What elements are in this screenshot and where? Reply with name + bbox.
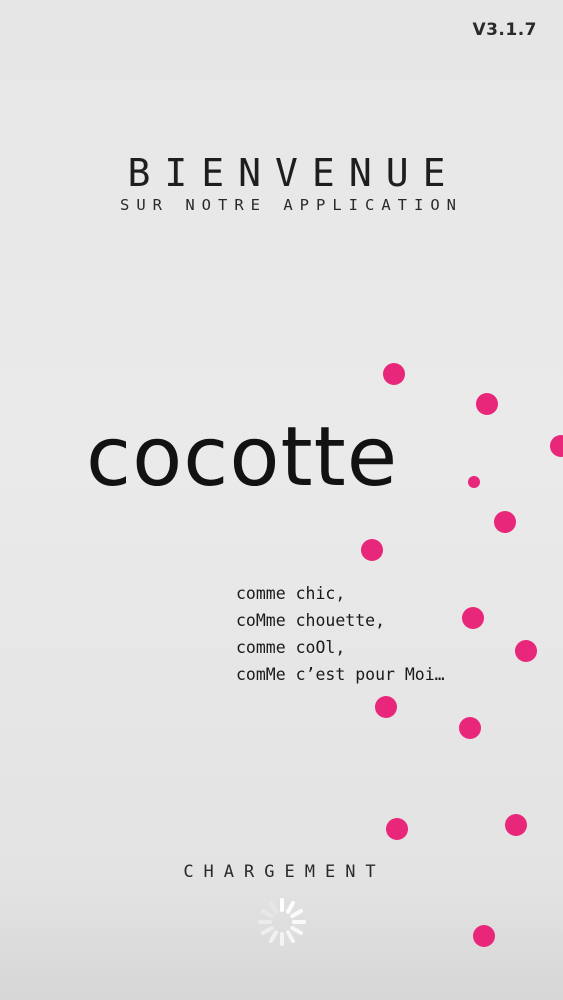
version-label: V3.1.7 <box>472 20 537 40</box>
pink-dot-icon <box>476 393 498 415</box>
brand-logo: cocotte <box>86 410 399 505</box>
pink-dot-icon <box>505 814 527 836</box>
welcome-header: BIENVENUE SUR NOTRE APPLICATION <box>0 150 563 214</box>
pink-dot-icon <box>386 818 408 840</box>
welcome-subtitle: SUR NOTRE APPLICATION <box>120 196 463 214</box>
pink-dot-icon <box>494 511 516 533</box>
tagline-line: comme chic, <box>236 584 346 603</box>
loading-spinner-icon <box>258 898 306 946</box>
pink-dot-icon <box>375 696 397 718</box>
tagline: comme chic, coMme chouette, comme coOl, … <box>236 580 445 688</box>
loading-section: CHARGEMENT <box>0 862 563 882</box>
pink-dot-icon <box>473 925 495 947</box>
welcome-title: BIENVENUE <box>127 151 460 195</box>
tagline-line: comme coOl, <box>236 638 346 657</box>
loading-label: CHARGEMENT <box>183 862 386 882</box>
tagline-line: coMme chouette, <box>236 611 386 630</box>
pink-dot-icon <box>550 435 563 457</box>
tagline-line: comMe c’est pour Moi… <box>236 665 445 684</box>
pink-dot-icon <box>462 607 484 629</box>
pink-dot-icon <box>383 363 405 385</box>
pink-dot-icon <box>515 640 537 662</box>
pink-dot-icon <box>459 717 481 739</box>
logo-dot-icon <box>468 476 480 488</box>
pink-dot-icon <box>361 539 383 561</box>
